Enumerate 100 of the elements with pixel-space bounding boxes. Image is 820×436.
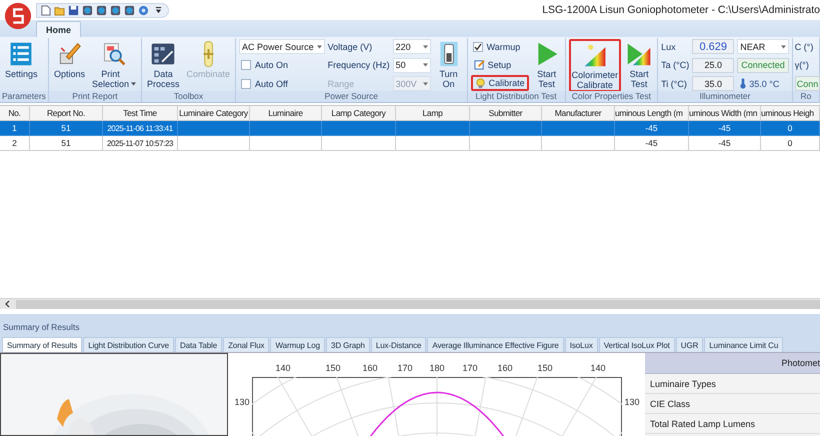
column-header[interactable]: uminous Length (m	[615, 106, 689, 121]
result-tab[interactable]: Data Table	[174, 337, 222, 352]
result-tab[interactable]: IsoLux	[564, 337, 598, 352]
column-header[interactable]: Luminaire	[250, 106, 322, 121]
ribbon-button[interactable]: Calibrate	[470, 75, 529, 91]
ribbon-button[interactable]: Colorimeter Calibrate	[568, 39, 622, 92]
row-label: Total Rated Lamp Lumens	[645, 414, 820, 434]
ribbon-tab[interactable]: Home	[36, 21, 82, 37]
column-header[interactable]: Lamp	[396, 106, 470, 121]
ribbon-button[interactable]: Data Process	[145, 39, 182, 90]
table-cell: 2025-11-06 11:33:41	[103, 121, 178, 136]
ribbon-button[interactable]: Turn On	[434, 39, 464, 90]
scrollbar-thumb[interactable]	[16, 300, 820, 308]
bulb-icon	[474, 78, 486, 88]
folder-icon[interactable]	[54, 4, 65, 16]
result-tab[interactable]: Luminance Limit Cu	[704, 337, 784, 352]
field-label: Lux	[661, 40, 677, 54]
column-header[interactable]: Manufacturer	[542, 106, 615, 121]
angle-label: 160	[362, 363, 378, 373]
column-header[interactable]: Report No.	[30, 106, 103, 121]
group-label: Toolbox	[142, 91, 236, 102]
result-tab[interactable]: Light Distribution Curve	[83, 337, 174, 352]
result-tab[interactable]: Warmup Log	[270, 337, 325, 352]
angle-label: 160	[497, 363, 513, 373]
column-header[interactable]: Test Time	[103, 106, 178, 121]
ribbon-button[interactable]: Settings	[3, 39, 40, 80]
grid-icon	[150, 41, 176, 67]
checkbox[interactable]	[472, 42, 483, 52]
thermometer-icon	[740, 78, 746, 89]
column-header[interactable]: Lamp Category	[322, 106, 396, 121]
ribbon-button[interactable]: Start Test	[624, 39, 654, 90]
dropdown[interactable]: 220	[392, 39, 431, 54]
table-cell: -45	[615, 121, 689, 136]
field-label: Frequency (Hz)	[328, 59, 390, 72]
table-row[interactable]: 1 51 2025-11-06 11:33:41 -45 -45 0	[0, 121, 820, 136]
table-cell: 1	[0, 121, 30, 136]
group-label: Print Report	[48, 91, 141, 102]
column-header[interactable]: No.	[0, 106, 30, 121]
angle-label: 150	[537, 363, 553, 373]
ribbon-button[interactable]: Options	[52, 39, 87, 80]
checkbox[interactable]	[241, 78, 252, 88]
save-icon[interactable]	[68, 4, 79, 16]
table-cell: 0	[761, 136, 820, 151]
table-cell: 51	[30, 121, 103, 136]
table-row[interactable]: 2 51 2025-11-07 10:57:23 -45 -45 0	[0, 136, 820, 151]
group-label: Parameters	[0, 91, 48, 102]
angle-label: 170	[397, 363, 413, 373]
disc-icon[interactable]	[124, 4, 135, 16]
result-tab[interactable]: Zonal Flux	[223, 337, 270, 352]
disc-icon[interactable]	[82, 4, 93, 16]
result-tab[interactable]: Lux-Distance	[370, 337, 426, 352]
dropdown-arrow-icon	[422, 63, 428, 67]
dropdown-arrow-icon	[316, 44, 322, 48]
ribbon-button[interactable]: Start Test	[532, 39, 562, 90]
table-cell: -45	[689, 136, 761, 151]
dropdown[interactable]: AC Power Source	[239, 39, 325, 54]
table-cell: -45	[689, 121, 761, 136]
column-header[interactable]: uminous Heigh	[761, 106, 820, 121]
disc-icon[interactable]	[96, 4, 107, 16]
column-header[interactable]: Luminaire Category	[178, 106, 250, 121]
result-tab[interactable]: UGR	[676, 337, 704, 352]
row-label: CIE Class	[645, 394, 820, 414]
angle-label: 170	[462, 363, 478, 373]
readout-field: 35.0	[692, 76, 734, 91]
connection-status: Conn	[794, 76, 820, 91]
scroll-left-icon[interactable]	[4, 300, 12, 308]
field-label: Ta (°C)	[661, 59, 690, 72]
ribbon-button[interactable]: Print Selection	[90, 39, 138, 90]
group-label: Light Distribution Test	[468, 91, 565, 102]
disc-icon[interactable]	[110, 4, 121, 16]
group-label: Ro	[792, 91, 819, 102]
field-label: C (°)	[794, 40, 814, 54]
group-label: Power Source	[236, 91, 467, 102]
dropdown[interactable]: NEAR	[737, 39, 789, 54]
customize-icon[interactable]	[155, 6, 162, 14]
column-header[interactable]: Submitter	[470, 106, 542, 121]
angle-label: 140	[590, 363, 606, 373]
list-icon	[8, 41, 34, 67]
dropdown[interactable]: 50	[392, 58, 431, 72]
table-cell: -45	[615, 136, 689, 151]
angle-label: 180	[429, 363, 445, 373]
help-icon[interactable]	[138, 4, 149, 16]
lux-reading: 0.629	[692, 39, 734, 54]
angle-label: 150	[325, 363, 341, 373]
checkbox[interactable]	[241, 60, 252, 70]
result-tab[interactable]: Vertical IsoLux Plot	[598, 337, 675, 352]
window-title: LSG-1200A Lisun Goniophotometer - C:\Users\Administrato	[542, 4, 820, 16]
result-tab[interactable]: 3D Graph	[326, 337, 370, 352]
temperature-reading: 35.0 °C	[749, 78, 780, 88]
result-tab[interactable]: Average Illuminance Effective Figure	[427, 337, 564, 352]
ribbon-button[interactable]: Setup	[470, 56, 529, 72]
readout-field: 25.0	[692, 58, 734, 72]
angle-label: 130	[234, 397, 250, 407]
group-label: Illuminometer	[658, 91, 792, 102]
document-icon[interactable]	[40, 4, 51, 16]
angle-label: 130	[624, 397, 640, 407]
column-header[interactable]: uminous Width (mn	[689, 106, 761, 121]
checkbox-label: Auto On	[255, 60, 288, 70]
result-tab[interactable]: Summary of Results	[2, 337, 82, 352]
field-label: Voltage (V)	[328, 40, 374, 54]
